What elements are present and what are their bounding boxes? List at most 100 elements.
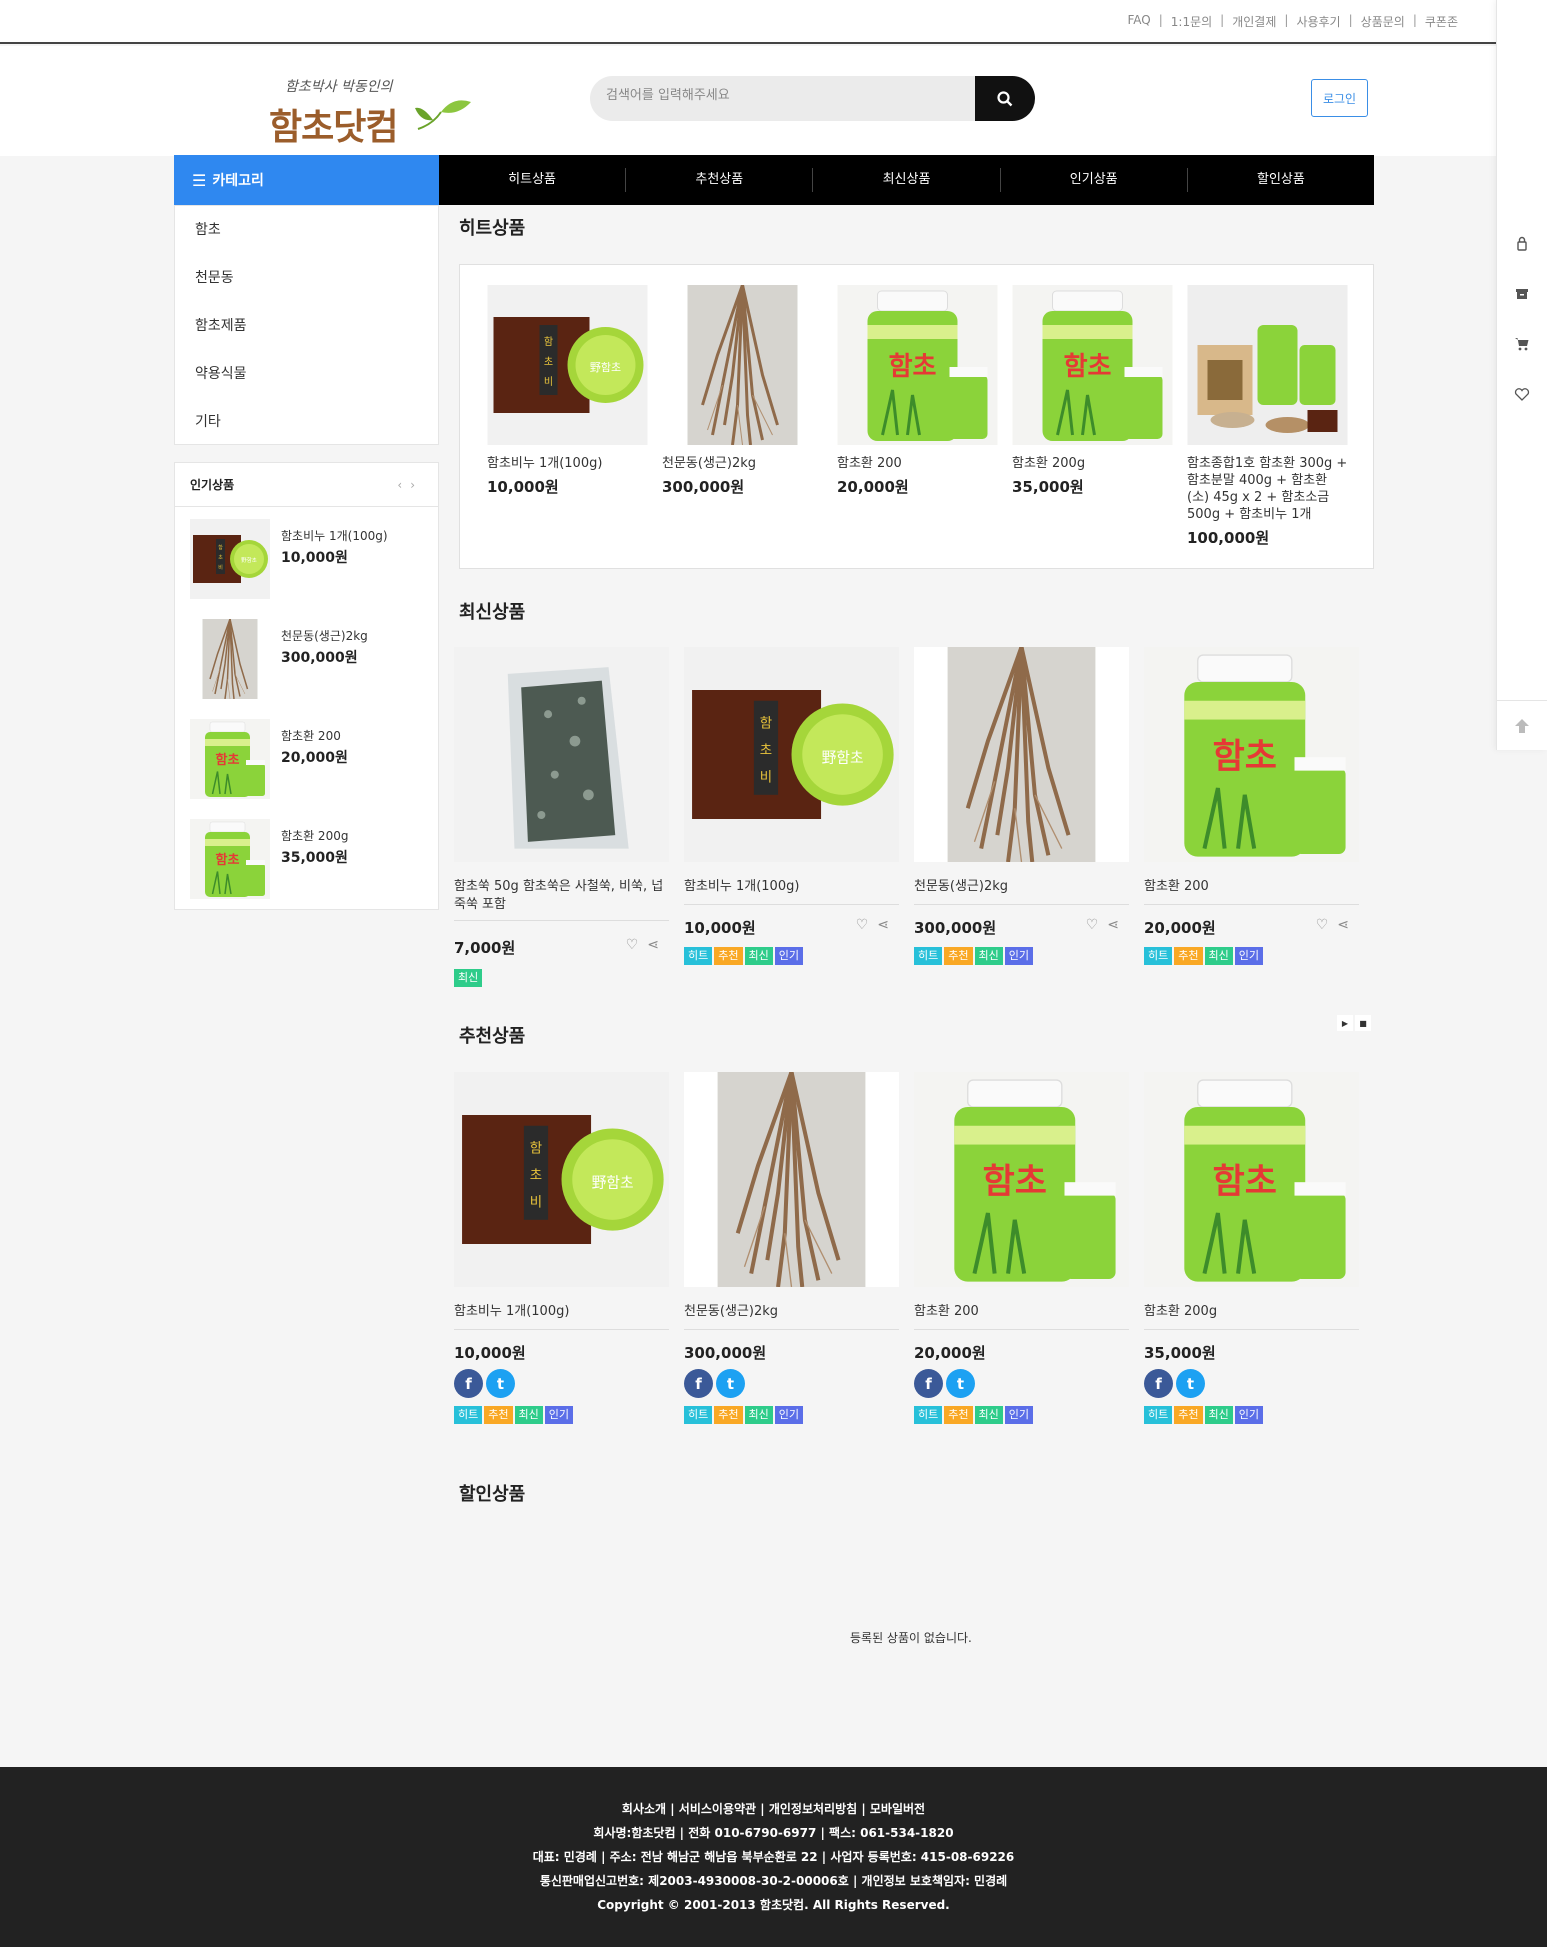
nav-item-new[interactable]: 최신상품 (813, 168, 1001, 192)
product-name[interactable]: 함초환 200 (1144, 878, 1359, 898)
product-image[interactable] (662, 285, 823, 445)
product-image[interactable] (454, 1072, 669, 1287)
product-price: 10,000원 (487, 478, 559, 496)
top-link-product-qna[interactable]: 상품문의 (1353, 13, 1413, 30)
top-link-faq[interactable]: FAQ (1119, 13, 1158, 30)
product-card[interactable]: 함초환 200g 35,000원 (1012, 285, 1174, 497)
product-name[interactable]: 천문동(생근)2kg (684, 1303, 899, 1323)
product-image[interactable] (190, 819, 270, 899)
header: 함초박사 박동인의 함초닷컴 로그인 (0, 46, 1496, 156)
popular-item[interactable]: 천문동(생근)2kg 300,000원 (175, 607, 438, 707)
sidebar-item-products[interactable]: 함초제품 (175, 302, 438, 350)
product-name[interactable]: 함초환 200g (1012, 455, 1174, 472)
share-icon[interactable]: ⋖ (877, 917, 889, 933)
product-name[interactable]: 함초환 200 (281, 727, 341, 744)
twitter-icon[interactable]: t (486, 1369, 515, 1398)
product-name[interactable]: 함초환 200g (281, 827, 348, 844)
sidebar-item-cheonmundong[interactable]: 천문동 (175, 254, 438, 302)
product-image[interactable] (1187, 285, 1348, 445)
heart-icon[interactable] (1510, 382, 1534, 406)
scroll-top-button[interactable] (1497, 700, 1547, 750)
search-button[interactable] (975, 76, 1035, 121)
product-card[interactable]: 천문동(생근)2kg 300,000원 (662, 285, 824, 497)
product-name[interactable]: 함초종합1호 함초환 300g + 함초분말 400g + 함초환(소) 45g… (1187, 455, 1349, 523)
product-card[interactable]: 함초환 200 20,000원 (837, 285, 999, 497)
share-icon[interactable]: ⋖ (647, 937, 659, 953)
sidebar-item-etc[interactable]: 기타 (175, 398, 438, 446)
archive-icon[interactable] (1510, 282, 1534, 306)
product-image[interactable] (190, 519, 270, 599)
heart-icon[interactable]: ♡ (626, 937, 639, 953)
user-icon[interactable] (1510, 232, 1534, 256)
product-image[interactable] (190, 619, 270, 699)
site-logo[interactable]: 함초박사 박동인의 함초닷컴 (265, 76, 475, 148)
product-card[interactable]: 함초종합1호 함초환 300g + 함초분말 400g + 함초환(소) 45g… (1187, 285, 1349, 548)
product-name[interactable]: 함초비누 1개(100g) (281, 527, 388, 544)
product-image[interactable] (837, 285, 998, 445)
footer-links[interactable]: 회사소개 | 서비스이용약관 | 개인정보처리방침 | 모바일버전 (0, 1797, 1547, 1821)
heart-icon[interactable]: ♡ (1316, 917, 1329, 933)
product-name[interactable]: 함초비누 1개(100g) (487, 455, 649, 472)
product-name[interactable]: 천문동(생근)2kg (662, 455, 824, 472)
product-image[interactable] (1144, 1072, 1359, 1287)
top-link-payment[interactable]: 개인결제 (1224, 13, 1284, 30)
sidebar-item-hamcho[interactable]: 함초 (175, 206, 438, 254)
product-image[interactable] (1012, 285, 1173, 445)
product-card[interactable]: 함초비누 1개(100g) 10,000원 f t 히트 추천 최신 인기 (454, 1072, 669, 1424)
product-card[interactable]: 천문동(생근)2kg 300,000원 ♡ ⋖ 히트 추천 최신 인기 (914, 647, 1129, 965)
twitter-icon[interactable]: t (946, 1369, 975, 1398)
product-card[interactable]: 함초환 200 20,000원 ♡ ⋖ 히트 추천 최신 인기 (1144, 647, 1359, 965)
product-card[interactable]: 함초비누 1개(100g) 10,000원 ♡ ⋖ 히트 추천 최신 인기 (684, 647, 899, 965)
stop-icon[interactable]: ■ (1355, 1015, 1371, 1031)
prev-arrow-icon[interactable]: ‹ (397, 478, 410, 492)
popular-item[interactable]: 함초비누 1개(100g) 10,000원 (175, 507, 438, 607)
product-image[interactable] (914, 647, 1129, 862)
product-image[interactable] (684, 647, 899, 862)
share-icon[interactable]: ⋖ (1337, 917, 1349, 933)
heart-icon[interactable]: ♡ (856, 917, 869, 933)
product-card[interactable]: 천문동(생근)2kg 300,000원 f t 히트 추천 최신 인기 (684, 1072, 899, 1424)
product-card[interactable]: 함초환 200g 35,000원 f t 히트 추천 최신 인기 (1144, 1072, 1359, 1424)
play-icon[interactable]: ▶ (1337, 1015, 1353, 1031)
popular-item[interactable]: 함초환 200 20,000원 (175, 707, 438, 807)
facebook-icon[interactable]: f (914, 1369, 943, 1398)
category-menu-button[interactable]: ☰ 카테고리 (174, 155, 439, 205)
top-link-reviews[interactable]: 사용후기 (1288, 13, 1348, 30)
product-name[interactable]: 천문동(생근)2kg (281, 627, 368, 644)
product-name[interactable]: 함초쑥 50g 함초쑥은 사철쑥, 비쑥, 넙죽쑥 포함 (454, 878, 669, 914)
nav-item-hit[interactable]: 히트상품 (439, 168, 627, 192)
product-image[interactable] (487, 285, 648, 445)
product-image[interactable] (1144, 647, 1359, 862)
popular-item[interactable]: 함초환 200g 35,000원 (175, 807, 438, 907)
product-image[interactable] (684, 1072, 899, 1287)
facebook-icon[interactable]: f (454, 1369, 483, 1398)
sidebar-item-herbs[interactable]: 약용식물 (175, 350, 438, 398)
top-link-inquiry[interactable]: 1:1문의 (1163, 13, 1220, 30)
next-arrow-icon[interactable]: › (410, 478, 423, 492)
nav-item-recommended[interactable]: 추천상품 (626, 168, 814, 192)
product-name[interactable]: 함초환 200g (1144, 1303, 1359, 1323)
twitter-icon[interactable]: t (1176, 1369, 1205, 1398)
product-card[interactable]: 함초쑥 50g 함초쑥은 사철쑥, 비쑥, 넙죽쑥 포함 7,000원 ♡ ⋖ … (454, 647, 669, 987)
product-card[interactable]: 함초비누 1개(100g) 10,000원 (487, 285, 649, 497)
heart-icon[interactable]: ♡ (1086, 917, 1099, 933)
top-link-coupon[interactable]: 쿠폰존 (1417, 13, 1466, 30)
product-name[interactable]: 천문동(생근)2kg (914, 878, 1129, 898)
share-icon[interactable]: ⋖ (1107, 917, 1119, 933)
twitter-icon[interactable]: t (716, 1369, 745, 1398)
product-name[interactable]: 함초환 200 (837, 455, 999, 472)
search-input[interactable] (606, 88, 966, 103)
facebook-icon[interactable]: f (1144, 1369, 1173, 1398)
facebook-icon[interactable]: f (684, 1369, 713, 1398)
product-name[interactable]: 함초비누 1개(100g) (454, 1303, 669, 1323)
product-image[interactable] (190, 719, 270, 799)
product-name[interactable]: 함초비누 1개(100g) (684, 878, 899, 898)
product-card[interactable]: 함초환 200 20,000원 f t 히트 추천 최신 인기 (914, 1072, 1129, 1424)
nav-item-popular[interactable]: 인기상품 (1001, 168, 1188, 192)
product-image[interactable] (914, 1072, 1129, 1287)
product-image[interactable] (454, 647, 669, 862)
product-name[interactable]: 함초환 200 (914, 1303, 1129, 1323)
cart-icon[interactable] (1510, 332, 1534, 356)
nav-item-sale[interactable]: 할인상품 (1188, 168, 1374, 192)
login-button[interactable]: 로그인 (1311, 79, 1368, 117)
